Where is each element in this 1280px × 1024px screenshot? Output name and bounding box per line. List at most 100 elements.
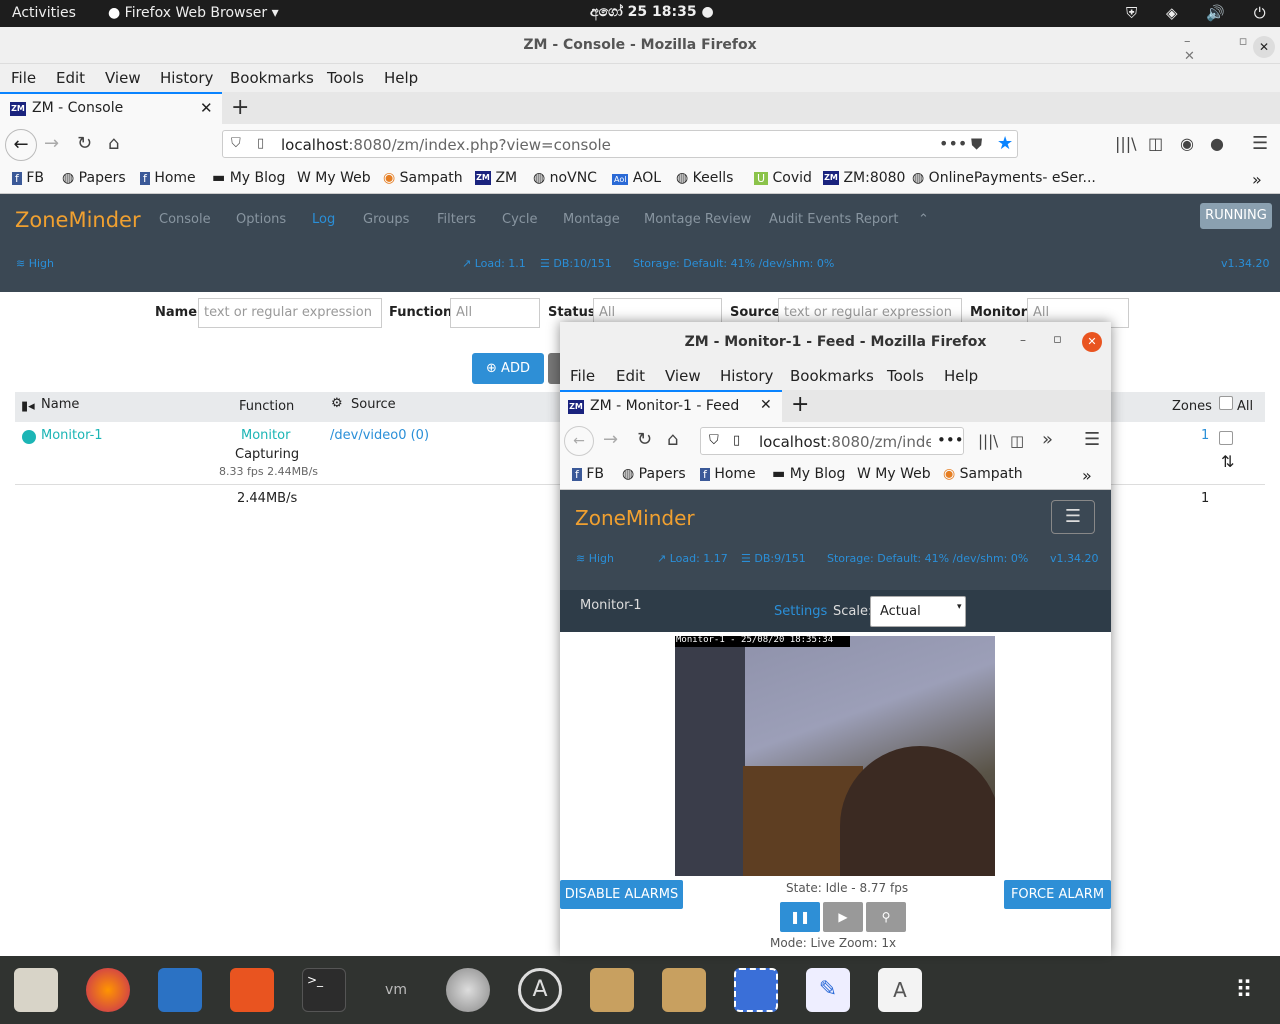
menu-edit[interactable]: Edit	[56, 69, 85, 87]
bookmark-papers[interactable]: ◍ Papers	[62, 170, 126, 186]
popup-version[interactable]: v1.34.20	[1050, 552, 1099, 565]
menu-help[interactable]: Help	[384, 69, 418, 87]
pause-icon[interactable]: ❚❚	[780, 902, 820, 932]
disable-alarms-button[interactable]: DISABLE ALARMS	[560, 880, 683, 909]
terminal-icon[interactable]: >_	[302, 968, 346, 1012]
nav-montage[interactable]: Montage	[563, 212, 620, 227]
play-icon[interactable]: ▶	[823, 902, 863, 932]
popup-close-icon[interactable]: ✕	[1082, 332, 1102, 352]
popup-bandwidth[interactable]: ≋ High	[576, 552, 614, 565]
menu-file[interactable]: File	[11, 69, 36, 87]
more-bookmarks-icon[interactable]: »	[1252, 170, 1262, 189]
popup-back-icon[interactable]: ←	[564, 426, 594, 456]
hamburger-menu-icon[interactable]: ☰	[1252, 133, 1268, 154]
popup-bookmark-my-blog[interactable]: ▬ My Blog	[772, 466, 845, 482]
home-icon[interactable]: ⌂	[108, 133, 119, 154]
reorder-handle-icon[interactable]: ⇅	[1221, 452, 1234, 471]
bookmark-my-blog[interactable]: ▬ My Blog	[212, 170, 285, 186]
minimize-icon[interactable]: –	[1020, 333, 1026, 347]
maximize-icon[interactable]: ▫	[1053, 332, 1062, 347]
url-bar[interactable]: ⛉ ▯ localhost:8080/zm/index.php?view=con…	[222, 130, 1018, 158]
bookmark-onlinepayments[interactable]: ◍ OnlinePayments- eSer...	[912, 170, 1096, 186]
zoom-icon[interactable]: ⚲	[866, 902, 906, 932]
menu-history[interactable]: History	[160, 69, 213, 87]
nav-montage-review[interactable]: Montage Review	[644, 212, 751, 227]
popup-url-bar[interactable]: ⛉ ▯ localhost:8080/zm/index •••	[700, 427, 964, 455]
popup-home-icon[interactable]: ⌂	[667, 429, 678, 450]
shield-icon[interactable]: ⛉	[231, 136, 241, 151]
popup-menu-view[interactable]: View	[665, 367, 701, 385]
forward-icon[interactable]: →	[44, 133, 59, 154]
filter-name-input[interactable]: text or regular expression	[198, 298, 382, 328]
screenshot-icon[interactable]	[734, 968, 778, 1012]
popup-page-actions-icon[interactable]: •••	[937, 431, 964, 449]
nav-options[interactable]: Options	[236, 212, 286, 227]
popup-overflow-icon[interactable]: »	[1042, 429, 1053, 450]
nav-console[interactable]: Console	[159, 212, 211, 227]
archive-install-icon[interactable]	[590, 968, 634, 1012]
firefox-icon[interactable]	[86, 968, 130, 1012]
bookmark-star-icon[interactable]: ★	[997, 133, 1013, 154]
software-icon[interactable]	[230, 968, 274, 1012]
files-icon[interactable]	[14, 968, 58, 1012]
bookmark-my-web[interactable]: W My Web	[297, 170, 371, 186]
running-state-button[interactable]: RUNNING	[1200, 203, 1272, 229]
popup-bookmark-fb[interactable]: f FB	[572, 466, 604, 482]
popup-menu-history[interactable]: History	[720, 367, 773, 385]
nav-audit-events-report[interactable]: Audit Events Report	[769, 212, 898, 227]
archive-icon[interactable]	[662, 968, 706, 1012]
monitor-function-link[interactable]: Monitor	[241, 428, 290, 443]
popup-menu-tools[interactable]: Tools	[887, 367, 924, 385]
font-viewer-icon[interactable]: A	[878, 968, 922, 1012]
settings-link[interactable]: Settings	[774, 604, 827, 619]
nav-groups[interactable]: Groups	[363, 212, 409, 227]
popup-sidebar-icon[interactable]: ◫	[1010, 432, 1024, 450]
page-actions-icon[interactable]: •••	[939, 134, 967, 153]
pocket-icon[interactable]: ⛊	[971, 135, 982, 153]
popup-url-text[interactable]: localhost:8080/zm/index	[759, 433, 931, 451]
account-icon[interactable]: ◉	[1180, 134, 1194, 153]
live-feed-image[interactable]: Monitor-1 - 25/08/20 18:35:34	[675, 636, 995, 876]
reload-icon[interactable]: ↻	[77, 133, 92, 154]
writer-icon[interactable]	[158, 968, 202, 1012]
vmware-icon[interactable]: vm	[374, 968, 418, 1012]
nav-cycle[interactable]: Cycle	[502, 212, 538, 227]
version[interactable]: v1.34.20	[1221, 257, 1270, 270]
bookmark-fb[interactable]: f FB	[12, 170, 44, 186]
close-tab-icon[interactable]: ✕	[200, 99, 213, 117]
nav-log[interactable]: Log	[312, 212, 335, 227]
filter-function-select[interactable]: All	[450, 298, 540, 328]
popup-zm-brand[interactable]: ZoneMinder	[575, 506, 695, 530]
popup-reload-icon[interactable]: ↻	[637, 429, 652, 450]
bookmark-zm8080[interactable]: ZM ZM:8080	[823, 170, 905, 186]
back-icon[interactable]: ←	[5, 129, 37, 161]
app-grid-icon[interactable]: ⠿	[1222, 968, 1266, 1012]
bookmark-keells[interactable]: ◍ Keells	[676, 170, 733, 186]
monitor-source-link[interactable]: /dev/video0 (0)	[330, 428, 429, 443]
popup-bookmark-home[interactable]: f Home	[700, 466, 756, 482]
menu-view[interactable]: View	[105, 69, 141, 87]
popup-close-tab-icon[interactable]: ✕	[760, 397, 772, 413]
monitor-zones-link[interactable]: 1	[1201, 428, 1209, 443]
popup-tab-feed[interactable]: ZM ZM - Monitor-1 - Feed ✕	[560, 390, 782, 422]
hamburger-toggle-button[interactable]: ☰	[1051, 500, 1095, 534]
bookmark-zm[interactable]: ZM ZM	[475, 170, 517, 186]
sidebar-icon[interactable]: ◫	[1148, 134, 1163, 153]
new-tab-icon[interactable]: +	[231, 95, 249, 120]
popup-menu-edit[interactable]: Edit	[616, 367, 645, 385]
popup-bookmark-sampath[interactable]: ◉ Sampath	[943, 466, 1023, 482]
activities-button[interactable]: Activities	[12, 5, 76, 21]
select-all-checkbox[interactable]	[1219, 396, 1233, 410]
extension-icon[interactable]: ●	[1210, 134, 1224, 153]
popup-more-bookmarks-icon[interactable]: »	[1082, 466, 1092, 485]
tab-zm-console[interactable]: ZM ZM - Console ✕	[0, 92, 222, 124]
force-alarm-button[interactable]: FORCE ALARM	[1004, 880, 1111, 909]
clock[interactable]: අගෝ 25 18:35 ●	[590, 4, 714, 20]
updater-icon[interactable]: A	[518, 968, 562, 1012]
close-window-icon[interactable]: ✕	[1253, 36, 1275, 58]
users-icon[interactable]	[446, 968, 490, 1012]
url-text[interactable]: localhost:8080/zm/index.php?view=console	[281, 136, 611, 154]
popup-hamburger-icon[interactable]: ☰	[1084, 429, 1100, 450]
monitor-name-link[interactable]: Monitor-1	[41, 428, 103, 443]
popup-menu-bookmarks[interactable]: Bookmarks	[790, 367, 874, 385]
